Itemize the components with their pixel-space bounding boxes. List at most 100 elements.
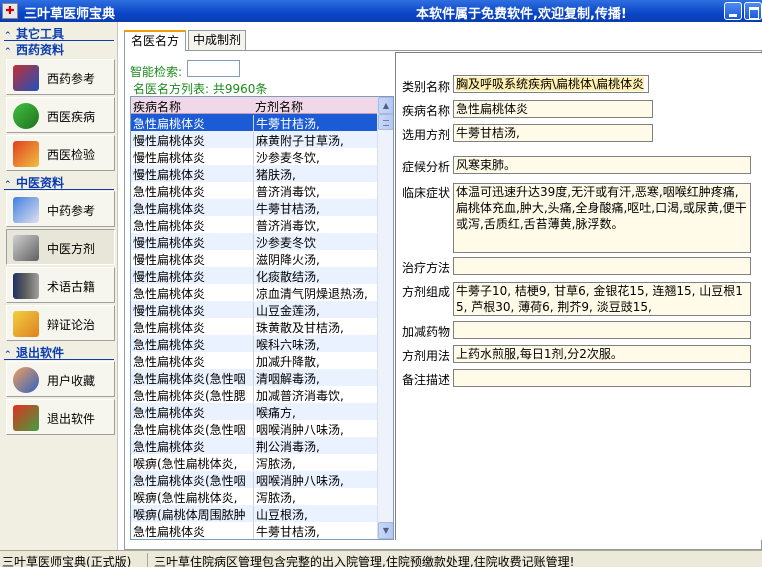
sidebar-section-western[interactable]: ⌃ 西药资料 — [4, 43, 114, 57]
app-icon: ✚ — [2, 3, 18, 19]
notes-field[interactable] — [453, 369, 751, 387]
maximize-button[interactable] — [744, 2, 762, 20]
sidebar-section-other-tools[interactable]: ⌃ 其它工具 — [4, 27, 114, 41]
prescription-pen-icon — [13, 235, 39, 261]
composition-label: 方剂组成 — [402, 285, 451, 299]
sidebar-item-favorites[interactable]: 用户收藏 — [6, 361, 115, 397]
western-medicine-book-icon — [13, 65, 39, 91]
cell-disease: 慢性扁桃体炎 — [133, 236, 206, 250]
table-row[interactable]: 急性扁桃体炎 牛蒡甘桔汤, — [131, 199, 377, 217]
table-row[interactable]: 急性扁桃体炎 牛蒡甘桔汤, — [131, 114, 377, 132]
table-row[interactable]: 急性扁桃体炎(急性腮 加减普济消毒饮, — [131, 386, 377, 404]
table-row[interactable]: 急性扁桃体炎 珠黄散及甘桔汤, — [131, 318, 377, 336]
list-count: 名医名方列表: 共9960条 — [133, 82, 268, 96]
cell-formula: 山豆根汤, — [253, 506, 375, 523]
tab-patent-medicine[interactable]: 中成制剂 — [188, 30, 246, 50]
sidebar-item-western-disease[interactable]: 西医疾病 — [6, 97, 115, 133]
cell-disease: 喉痹(扁桃体周围脓肿 — [133, 508, 246, 522]
syndrome-field[interactable]: 风寒束肺。 — [453, 156, 751, 174]
table-row[interactable]: 急性扁桃体炎(急性咽 清咽解毒汤, — [131, 369, 377, 387]
sidebar-item-western-medicine[interactable]: 西药参考 — [6, 59, 115, 95]
table-row[interactable]: 慢性扁桃体炎 麻黄附子甘草汤, — [131, 131, 377, 149]
sidebar-section-tcm[interactable]: ⌃ 中医资料 — [4, 176, 114, 190]
modification-label: 加减药物 — [402, 325, 451, 339]
minimize-button[interactable] — [724, 2, 742, 20]
users-icon — [13, 367, 39, 393]
disease-field[interactable]: 急性扁桃体炎 — [453, 100, 653, 118]
cell-disease: 急性扁桃体炎 — [133, 355, 206, 369]
detail-pane: 类别名称 胸及呼吸系统疾病\扁桃体\扁桃体炎 疾病名称 急性扁桃体炎 选用方剂 … — [395, 52, 762, 540]
table-row[interactable]: 急性扁桃体炎(急性咽 咽喉消肿八味汤, — [131, 420, 377, 438]
cell-formula: 牛蒡甘桔汤, — [253, 200, 375, 217]
table-row[interactable]: 急性扁桃体炎 荆公消毒汤, — [131, 437, 377, 455]
scroll-up-icon[interactable]: ▲ — [378, 97, 393, 114]
category-field[interactable]: 胸及呼吸系统疾病\扁桃体\扁桃体炎 — [453, 75, 649, 93]
cell-disease: 急性扁桃体炎 — [133, 287, 206, 301]
ancient-books-icon — [13, 273, 39, 299]
cell-disease: 急性扁桃体炎 — [133, 117, 206, 131]
cell-disease: 急性扁桃体炎 — [133, 406, 206, 420]
cell-formula: 咽喉消肿八味汤, — [253, 421, 375, 438]
sidebar-item-diagnosis[interactable]: 辩证论治 — [6, 305, 115, 341]
table-row[interactable]: 急性扁桃体炎(急性咽 咽喉消肿八味汤, — [131, 471, 377, 489]
table-row[interactable]: 喉痹(扁桃体周围脓肿 山豆根汤, — [131, 505, 377, 523]
sidebar-item-western-lab[interactable]: 西医检验 — [6, 135, 115, 171]
cell-disease: 慢性扁桃体炎 — [133, 168, 206, 182]
table-row[interactable]: 慢性扁桃体炎 山豆金莲汤, — [131, 301, 377, 319]
scroll-down-icon[interactable]: ▼ — [378, 522, 393, 539]
table-row[interactable]: 急性扁桃体炎 加减升降散, — [131, 352, 377, 370]
sidebar-item-exit[interactable]: 退出软件 — [6, 399, 115, 435]
cell-formula: 牛蒡甘桔汤, — [253, 523, 375, 539]
cell-formula: 咽喉消肿八味汤, — [253, 472, 375, 489]
cell-disease: 急性扁桃体炎 — [133, 338, 206, 352]
table-row[interactable]: 喉痹(急性扁桃体炎, 泻脓汤, — [131, 488, 377, 506]
table-row[interactable]: 急性扁桃体炎 普济消毒饮, — [131, 216, 377, 234]
search-input[interactable] — [187, 60, 240, 77]
table-row[interactable]: 急性扁桃体炎 喉痛方, — [131, 403, 377, 421]
category-label: 类别名称 — [402, 80, 451, 94]
table-header: 疾病名称 方剂名称 — [131, 97, 377, 114]
cell-disease: 慢性扁桃体炎 — [133, 151, 206, 165]
table-row[interactable]: 慢性扁桃体炎 沙参麦冬饮 — [131, 233, 377, 251]
table-row[interactable]: 慢性扁桃体炎 化痰散结汤, — [131, 267, 377, 285]
cell-formula: 加减升降散, — [253, 353, 375, 370]
lab-test-icon — [13, 141, 39, 167]
table-row[interactable]: 喉痹(急性扁桃体炎, 泻脓汤, — [131, 454, 377, 472]
treatment-field[interactable] — [453, 257, 751, 275]
table-row[interactable]: 急性扁桃体炎 凉血清气阴燥退热汤, — [131, 284, 377, 302]
cell-disease: 急性扁桃体炎 — [133, 525, 206, 539]
column-header-formula[interactable]: 方剂名称 — [255, 98, 303, 115]
sidebar-item-herbs[interactable]: 中药参考 — [6, 191, 115, 227]
modification-field[interactable] — [453, 321, 751, 339]
column-header-disease[interactable]: 疾病名称 — [133, 98, 181, 115]
cell-disease: 急性扁桃体炎(急性咽 — [133, 372, 246, 386]
table-row[interactable]: 慢性扁桃体炎 沙参麦冬饮, — [131, 148, 377, 166]
composition-field[interactable]: 牛蒡子10, 桔梗9, 甘草6, 金银花15, 连翘15, 山豆根15, 芦根3… — [453, 282, 751, 316]
cell-formula: 荆公消毒汤, — [253, 438, 375, 455]
cell-disease: 急性扁桃体炎 — [133, 202, 206, 216]
sidebar-item-terms[interactable]: 术语古籍 — [6, 267, 115, 303]
usage-field[interactable]: 上药水煎服,每日1剂,分2次服。 — [453, 345, 751, 363]
disease-label: 疾病名称 — [402, 104, 451, 118]
herb-jar-icon — [13, 197, 39, 223]
cell-disease: 急性扁桃体炎 — [133, 185, 206, 199]
capsule-icon — [13, 103, 39, 129]
scroll-thumb[interactable] — [378, 114, 393, 130]
table-row[interactable]: 慢性扁桃体炎 滋阴降火汤, — [131, 250, 377, 268]
table-row[interactable]: 急性扁桃体炎 牛蒡甘桔汤, — [131, 522, 377, 539]
sidebar: ⌃ 其它工具 ⌃ 西药资料 西药参考 西医疾病 西医检验 ⌃ 中医资料 中药参考 中医… — [0, 22, 118, 550]
formula-field[interactable]: 牛蒡甘桔汤, — [453, 124, 653, 142]
cell-disease: 慢性扁桃体炎 — [133, 134, 206, 148]
sidebar-item-prescriptions[interactable]: 中医方剂 — [6, 229, 115, 265]
sidebar-section-exit[interactable]: ⌃ 退出软件 — [4, 346, 114, 360]
table-row[interactable]: 急性扁桃体炎 喉科六味汤, — [131, 335, 377, 353]
cell-disease: 急性扁桃体炎(急性腮 — [133, 389, 246, 403]
vertical-scrollbar[interactable]: ▲ ▼ — [377, 97, 393, 539]
table-row[interactable]: 急性扁桃体炎 普济消毒饮, — [131, 182, 377, 200]
cell-formula: 沙参麦冬饮 — [253, 234, 375, 251]
tab-famous-prescriptions[interactable]: 名医名方 — [124, 30, 186, 51]
window-slogan: 本软件属于免费软件,欢迎复制,传播! — [416, 7, 627, 22]
symptoms-field[interactable]: 体温可迅速升达39度,无汗或有汗,恶寒,咽喉红肿疼痛,扁桃体充血,肿大,头痛,全… — [453, 183, 751, 253]
cell-formula: 麻黄附子甘草汤, — [253, 132, 375, 149]
table-row[interactable]: 慢性扁桃体炎 猪肤汤, — [131, 165, 377, 183]
